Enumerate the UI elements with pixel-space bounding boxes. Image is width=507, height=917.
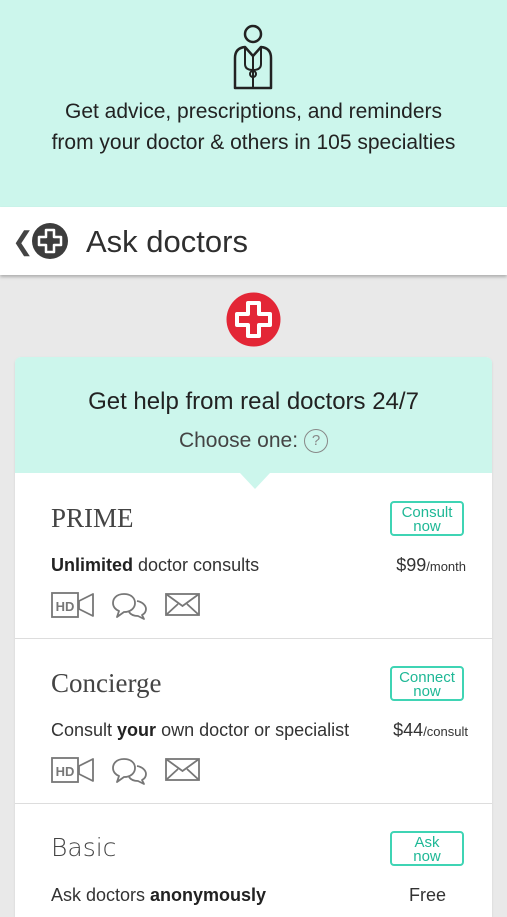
chat-icon	[112, 758, 147, 785]
price-unit: /consult	[423, 724, 468, 739]
app-bar: ❮ Ask doctors	[0, 207, 507, 275]
desc-bold: Unlimited	[51, 555, 134, 575]
email-icon	[165, 758, 200, 781]
plan-description: Unlimited doctor consults	[51, 555, 259, 576]
plan-description: Consult your own doctor or specialist	[51, 720, 349, 741]
button-label-line-2: now	[413, 518, 441, 535]
plan-price: Free	[409, 885, 446, 906]
price-value: $44	[393, 720, 424, 740]
ask-now-button[interactable]: Ask now	[390, 831, 464, 866]
plans-card: Get help from real doctors 24/7 Choose o…	[15, 357, 492, 917]
banner-text: Get advice, prescriptions, and reminders…	[0, 96, 507, 158]
desc-bold: anonymously	[150, 885, 267, 905]
price-value: $99	[396, 555, 427, 575]
hd-video-icon: HD	[51, 757, 94, 783]
help-icon[interactable]: ?	[304, 429, 329, 454]
plan-name: Basic	[51, 833, 117, 862]
plan-name: Concierge	[51, 668, 162, 698]
price-unit: /month	[426, 559, 466, 574]
app-logo-icon[interactable]	[32, 223, 68, 259]
email-icon	[165, 593, 200, 616]
choose-label: Choose one:	[178, 429, 299, 452]
plan-concierge: Concierge Connect now Consult your own d…	[15, 638, 492, 804]
doctor-icon	[233, 24, 273, 90]
card-header: Get help from real doctors 24/7 Choose o…	[15, 357, 492, 473]
plan-name: PRIME	[51, 503, 134, 533]
chevron-left-icon[interactable]: ❮	[12, 226, 34, 256]
desc-text: doctor consults	[133, 555, 260, 575]
svg-text:HD: HD	[56, 599, 75, 614]
consult-now-button[interactable]: Consult now	[390, 501, 464, 536]
button-label-line-2: now	[413, 683, 441, 700]
promo-banner: Get advice, prescriptions, and reminders…	[0, 0, 507, 207]
plan-price: $99/month	[396, 555, 466, 576]
desc-text: Consult	[51, 720, 118, 740]
plan-prime: PRIME Consult now Unlimited doctor consu…	[15, 473, 492, 639]
desc-bold: your	[117, 720, 157, 740]
plan-price: $44/consult	[393, 720, 468, 741]
connect-now-button[interactable]: Connect now	[390, 666, 464, 701]
price-value: Free	[408, 885, 446, 905]
desc-text: Ask doctors	[51, 885, 151, 905]
banner-line-2: from your doctor & others in 105 special…	[51, 131, 456, 154]
card-subtitle: Choose one:?	[15, 429, 492, 454]
chat-icon	[112, 593, 147, 620]
banner-line-1: Get advice, prescriptions, and reminders	[64, 100, 442, 123]
brand-cross-logo-icon	[226, 292, 281, 347]
svg-text:HD: HD	[56, 764, 75, 779]
plan-description: Ask doctors anonymously	[51, 885, 266, 906]
card-title: Get help from real doctors 24/7	[88, 388, 419, 415]
page-title: Ask doctors	[86, 224, 248, 259]
desc-text: own doctor or specialist	[156, 720, 350, 740]
hd-video-icon: HD	[51, 592, 94, 618]
button-label-line-2: now	[413, 848, 441, 865]
